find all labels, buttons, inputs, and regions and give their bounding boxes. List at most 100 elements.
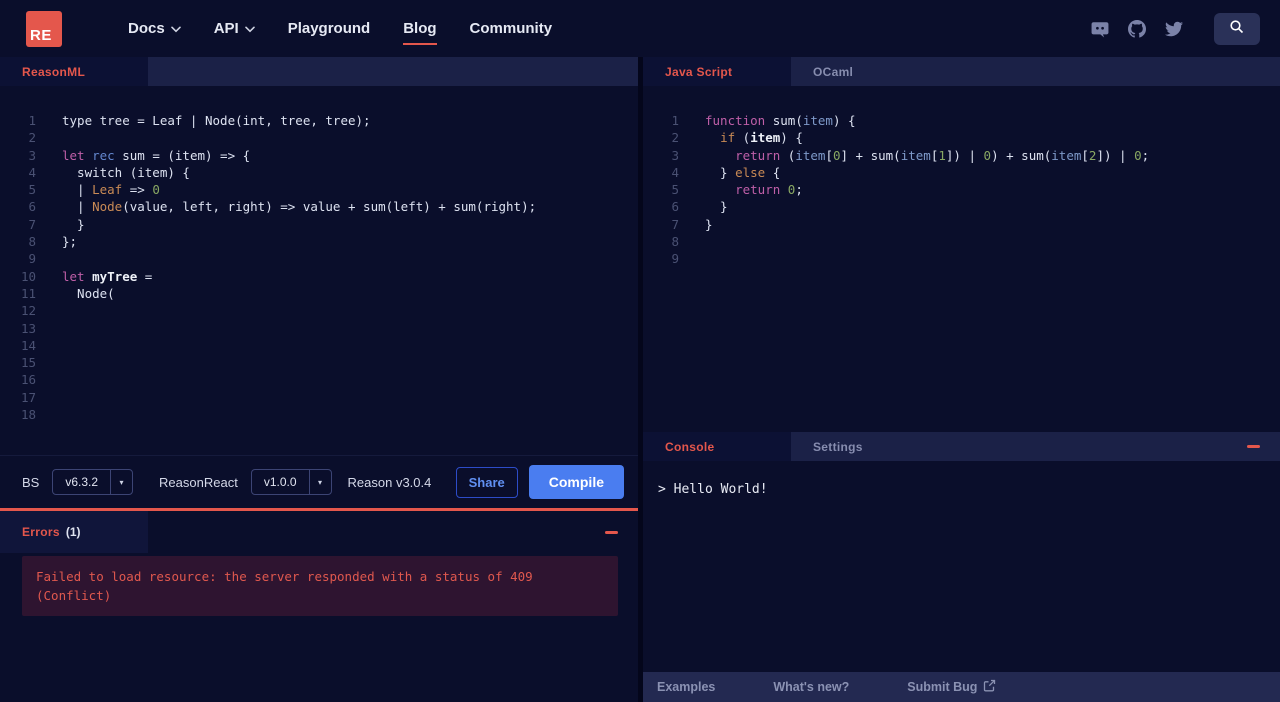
- reason-code-editor[interactable]: 1 type tree = Leaf | Node(int, tree, tree…: [0, 86, 638, 455]
- bs-version-dropdown[interactable]: v6.3.2 ▾: [52, 469, 134, 495]
- code-line: 5 return 0;: [643, 181, 1280, 198]
- code-line: 5 | Leaf => 0: [0, 181, 638, 198]
- line-number: 1: [671, 113, 679, 128]
- search-button[interactable]: [1214, 12, 1260, 45]
- discord-icon[interactable]: [1091, 20, 1109, 38]
- nav-item-api[interactable]: API: [214, 14, 255, 43]
- line-number: 14: [20, 337, 36, 353]
- left-toolbar: BS v6.3.2 ▾ ReasonReact v1.0.0 ▾ Reason …: [0, 455, 638, 508]
- line-number: 1: [28, 113, 36, 128]
- minimize-errors-icon[interactable]: [605, 530, 618, 534]
- code-line: 9: [0, 250, 638, 267]
- share-button[interactable]: Share: [455, 466, 518, 498]
- line-number: 5: [28, 182, 36, 198]
- code-text: switch (item) {: [62, 164, 190, 180]
- nav-item-label: Docs: [128, 20, 165, 37]
- code-line: 11 Node(: [0, 285, 638, 302]
- reasonreact-label: ReasonReact: [159, 474, 238, 490]
- line-number: 12: [20, 303, 36, 319]
- code-text: let myTree =: [62, 268, 153, 284]
- line-number: 4: [28, 164, 36, 180]
- console-output-area: > Hello World!: [643, 461, 1280, 672]
- line-number: 5: [671, 182, 679, 198]
- code-line: 1 type tree = Leaf | Node(int, tree, tree…: [0, 112, 638, 129]
- twitter-icon[interactable]: [1165, 20, 1183, 38]
- github-icon[interactable]: [1128, 19, 1146, 38]
- nav-item-label: Community: [469, 20, 553, 37]
- line-number: 2: [28, 130, 36, 146]
- code-text: | Leaf => 0: [62, 182, 160, 198]
- code-line: 15: [0, 354, 638, 371]
- chevron-down-icon: [170, 20, 181, 37]
- tab-errors[interactable]: Errors (1): [0, 511, 148, 553]
- footer-link-examples[interactable]: Examples: [657, 680, 715, 694]
- footer-link-label: Examples: [657, 680, 716, 694]
- code-text: Node(: [62, 285, 115, 301]
- line-number: 8: [28, 234, 36, 250]
- line-number: 15: [20, 355, 36, 371]
- code-line: 9: [643, 250, 1280, 267]
- nav-item-community[interactable]: Community: [470, 14, 553, 43]
- left-panel: ReasonML 1 type tree = Leaf | Node(int, t…: [0, 57, 638, 702]
- errors-header: Errors (1): [0, 511, 638, 553]
- line-number: 13: [20, 320, 36, 336]
- footer-link-label: Submit Bug: [907, 680, 978, 694]
- nav-item-docs[interactable]: Docs: [128, 14, 181, 43]
- tab-javascript[interactable]: Java Script: [643, 57, 791, 86]
- code-text: }: [705, 216, 713, 232]
- reasonreact-version-dropdown[interactable]: v1.0.0 ▾: [250, 469, 332, 495]
- code-line: 2 if (item) {: [643, 129, 1280, 146]
- nav-item-label: API: [213, 20, 239, 37]
- line-number: 4: [671, 164, 679, 180]
- tab-settings[interactable]: Settings: [791, 432, 885, 461]
- tab-console-label: Console: [665, 439, 715, 454]
- tab-javascript-label: Java Script: [665, 64, 733, 79]
- console-tabstrip: Console Settings: [643, 432, 1280, 461]
- code-text: if (item) {: [720, 130, 803, 146]
- line-number: 6: [28, 199, 36, 215]
- tab-console[interactable]: Console: [643, 432, 791, 461]
- errors-panel: Errors (1) Failed to load resource: the …: [0, 508, 638, 702]
- line-number: 6: [671, 199, 679, 215]
- code-line: 3 let rec sum = (item) => {: [0, 147, 638, 164]
- code-line: 8};: [0, 233, 638, 250]
- code-text: return (item[0] + sum(item[1]) | 0) + su…: [735, 147, 1150, 163]
- line-number: 7: [28, 216, 36, 232]
- errors-count-badge: (1): [65, 525, 81, 539]
- javascript-output-editor[interactable]: 1 function sum(item) {2 if (item) {3 retu…: [643, 86, 1280, 432]
- minimize-console-icon[interactable]: [1247, 445, 1260, 448]
- code-text: let rec sum = (item) => {: [62, 147, 251, 163]
- left-tabstrip: ReasonML: [0, 57, 638, 86]
- tab-reasonml[interactable]: ReasonML: [0, 57, 148, 86]
- code-text: | Node(value, left, right) => value + su…: [62, 199, 537, 215]
- tab-ocaml[interactable]: OCaml: [791, 57, 875, 86]
- line-number: 3: [671, 147, 679, 163]
- line-number: 18: [20, 407, 36, 423]
- playground-footer: Examples What's new? Submit Bug: [643, 672, 1280, 702]
- chevron-down-icon: ▾: [110, 470, 132, 494]
- chevron-down-icon: ▾: [308, 470, 331, 494]
- nav-item-playground[interactable]: Playground: [288, 14, 371, 43]
- footer-link-submit-bug[interactable]: Submit Bug: [907, 679, 996, 695]
- bs-version-value: v6.3.2: [65, 475, 99, 489]
- line-number: 9: [671, 251, 679, 267]
- footer-link-what-s-new-[interactable]: What's new?: [773, 680, 849, 694]
- nav-item-blog[interactable]: Blog: [403, 14, 437, 45]
- code-line: 7 }: [0, 216, 638, 233]
- error-message-line: Failed to load resource: the server resp…: [36, 569, 533, 584]
- main-split: ReasonML 1 type tree = Leaf | Node(int, t…: [0, 57, 1280, 702]
- code-line: 12: [0, 302, 638, 319]
- code-line: 1 function sum(item) {: [643, 112, 1280, 129]
- compile-button[interactable]: Compile: [528, 465, 624, 499]
- line-number: 2: [671, 130, 679, 146]
- code-line: 18: [0, 406, 638, 423]
- reason-logo[interactable]: RE: [26, 10, 62, 47]
